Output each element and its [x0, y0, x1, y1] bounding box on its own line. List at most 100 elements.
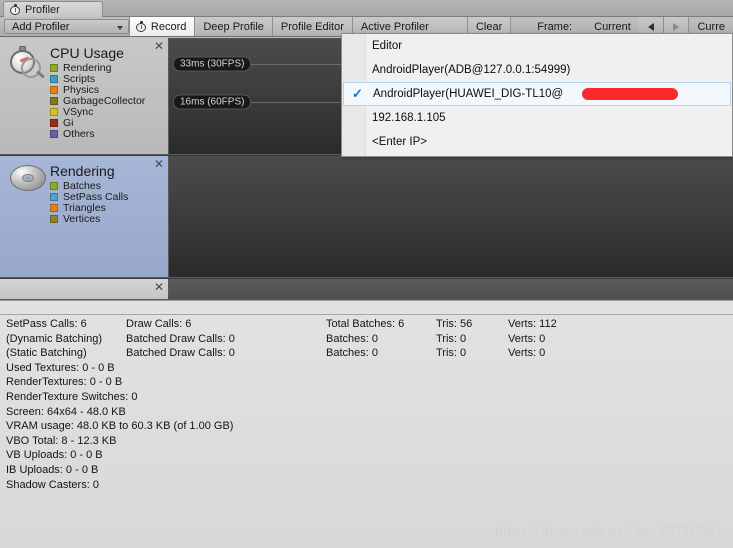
menu-item-label: AndroidPlayer(HUAWEI_DIG-TL10@	[373, 88, 564, 100]
stat-line: Used Textures: 0 - 0 B	[6, 361, 115, 374]
check-icon: ✓	[352, 86, 363, 101]
current-frame-truncated-text: Curre	[697, 20, 725, 33]
cpu-legend: Rendering Scripts Physics GarbageCollect…	[50, 62, 145, 140]
close-icon[interactable]: ✕	[154, 40, 164, 52]
menu-item-label: AndroidPlayer(ADB@127.0.0.1:54999)	[372, 64, 571, 76]
legend-swatch	[50, 74, 58, 83]
third-graph[interactable]	[169, 279, 733, 300]
tab-profiler[interactable]: Profiler	[3, 1, 103, 17]
panel-rendering-header: Rendering Batches SetPass Calls Triangle…	[0, 160, 168, 225]
stats-body: SetPass Calls: 6 Draw Calls: 6 Total Bat…	[6, 317, 729, 492]
panel-rendering[interactable]: ✕ Rendering Batches SetPass Calls Triang…	[0, 156, 169, 278]
legend-item[interactable]: Rendering	[50, 62, 145, 74]
stat-cell: Tris: 0	[436, 332, 467, 345]
stat-line: Screen: 64x64 - 48.0 KB	[6, 405, 126, 418]
legend-item[interactable]: SetPass Calls	[50, 191, 128, 203]
record-button[interactable]: Record	[129, 17, 196, 36]
legend-item[interactable]: VSync	[50, 106, 145, 118]
stat-cell: Batched Draw Calls: 0	[126, 332, 235, 345]
profile-editor-label: Profile Editor	[280, 20, 344, 33]
stat-line: RenderTexture Switches: 0	[6, 390, 138, 403]
stat-cell: Tris: 56	[436, 318, 473, 330]
rendering-legend: Batches SetPass Calls Triangles Vertices	[50, 180, 128, 225]
legend-swatch	[50, 63, 58, 72]
stat-cell: (Dynamic Batching)	[6, 332, 102, 345]
tab-profiler-label: Profiler	[25, 3, 60, 16]
menu-item-androidplayer-adb[interactable]: AndroidPlayer(ADB@127.0.0.1:54999)	[342, 58, 732, 82]
torus-icon	[6, 160, 50, 202]
legend-item[interactable]: GarbageCollector	[50, 95, 145, 107]
legend-label: Others	[63, 127, 95, 140]
stat-line: VB Uploads: 0 - 0 B	[6, 449, 103, 462]
stat-line: VBO Total: 8 - 12.3 KB	[6, 434, 117, 447]
active-profiler-menu: Editor AndroidPlayer(ADB@127.0.0.1:54999…	[341, 33, 733, 157]
panel-cpu-usage[interactable]: ✕ CPU Usage Rendering Scripts Physics Ga…	[0, 38, 169, 155]
stat-line: RenderTextures: 0 - 0 B	[6, 376, 123, 389]
triangle-left-icon	[647, 22, 654, 31]
legend-swatch	[50, 96, 58, 105]
legend-item[interactable]: Batches	[50, 180, 128, 192]
legend-swatch	[50, 214, 58, 223]
menu-item-editor[interactable]: Editor	[342, 34, 732, 58]
table-row: (Dynamic Batching) Batched Draw Calls: 0…	[6, 332, 729, 347]
panel-rendering-title: Rendering	[50, 163, 115, 179]
stat-cell: (Static Batching)	[6, 347, 87, 360]
close-icon[interactable]: ✕	[154, 158, 164, 170]
legend-item[interactable]: Gi	[50, 117, 145, 129]
stats-lines: Used Textures: 0 - 0 B RenderTextures: 0…	[6, 361, 729, 492]
legend-swatch	[50, 107, 58, 116]
menu-item-label: 192.168.1.105	[372, 112, 446, 124]
tab-strip: Profiler	[0, 0, 733, 17]
legend-item[interactable]: Scripts	[50, 73, 145, 85]
stat-line: VRAM usage: 48.0 KB to 60.3 KB (of 1.00 …	[6, 420, 234, 433]
triangle-right-icon	[673, 22, 680, 31]
legend-item[interactable]: Others	[50, 127, 145, 140]
frame-label-text: Frame:	[537, 20, 573, 33]
stat-cell: Batched Draw Calls: 0	[126, 347, 235, 360]
frame-value-text: Current	[594, 20, 631, 33]
stats-table: SetPass Calls: 6 Draw Calls: 6 Total Bat…	[6, 317, 729, 361]
menu-item-androidplayer-huawei[interactable]: ✓ AndroidPlayer(HUAWEI_DIG-TL10@	[343, 82, 731, 106]
legend-item[interactable]: Physics	[50, 84, 145, 96]
stat-line: IB Uploads: 0 - 0 B	[6, 463, 99, 476]
redaction-bar	[582, 88, 678, 100]
stats-divider	[0, 314, 733, 315]
legend-item[interactable]: Triangles	[50, 202, 128, 214]
legend-label: Vertices	[63, 212, 101, 225]
record-stopwatch-icon	[135, 21, 147, 32]
stat-line: Shadow Casters: 0	[6, 478, 99, 491]
legend-swatch	[50, 118, 58, 127]
menu-item-label: Editor	[372, 40, 403, 52]
menu-item-ip-address[interactable]: 192.168.1.105	[342, 106, 732, 130]
deep-profile-button[interactable]: Deep Profile	[195, 17, 273, 36]
rendering-graph[interactable]	[169, 156, 733, 278]
fps-marker-60: 16ms (60FPS)	[173, 94, 252, 110]
chevron-down-icon	[116, 26, 123, 30]
record-label: Record	[150, 20, 187, 33]
table-row: (Static Batching) Batched Draw Calls: 0 …	[6, 346, 729, 361]
menu-item-enter-ip[interactable]: <Enter IP>	[342, 130, 732, 154]
clear-label: Clear	[475, 20, 503, 33]
active-profiler-label: Active Profiler	[360, 20, 429, 33]
legend-swatch	[50, 192, 58, 201]
close-icon[interactable]: ✕	[154, 281, 164, 293]
menu-item-label: <Enter IP>	[372, 136, 427, 148]
rendering-stats-pane: SetPass Calls: 6 Draw Calls: 6 Total Bat…	[0, 300, 733, 548]
panel-cpu-title: CPU Usage	[50, 45, 124, 61]
stat-cell: Verts: 0	[508, 347, 546, 360]
stat-cell: Draw Calls: 6	[126, 318, 192, 330]
watermark: https://blog.csdn.net/qq_39710961	[494, 523, 723, 539]
legend-item[interactable]: Vertices	[50, 212, 128, 225]
stopwatch-magnifier-icon	[6, 42, 50, 84]
stat-cell: Tris: 0	[436, 347, 467, 360]
add-profiler-dropdown[interactable]: Add Profiler	[4, 19, 129, 34]
stat-cell: SetPass Calls: 6	[6, 318, 87, 330]
legend-swatch	[50, 129, 58, 138]
legend-swatch	[50, 203, 58, 212]
table-row: SetPass Calls: 6 Draw Calls: 6 Total Bat…	[6, 317, 729, 332]
panel-third-partial[interactable]: ✕	[0, 279, 169, 300]
add-profiler-label: Add Profiler	[12, 20, 70, 33]
fps-marker-30: 33ms (30FPS)	[173, 56, 252, 72]
legend-swatch	[50, 85, 58, 94]
stat-cell: Verts: 0	[508, 332, 546, 345]
